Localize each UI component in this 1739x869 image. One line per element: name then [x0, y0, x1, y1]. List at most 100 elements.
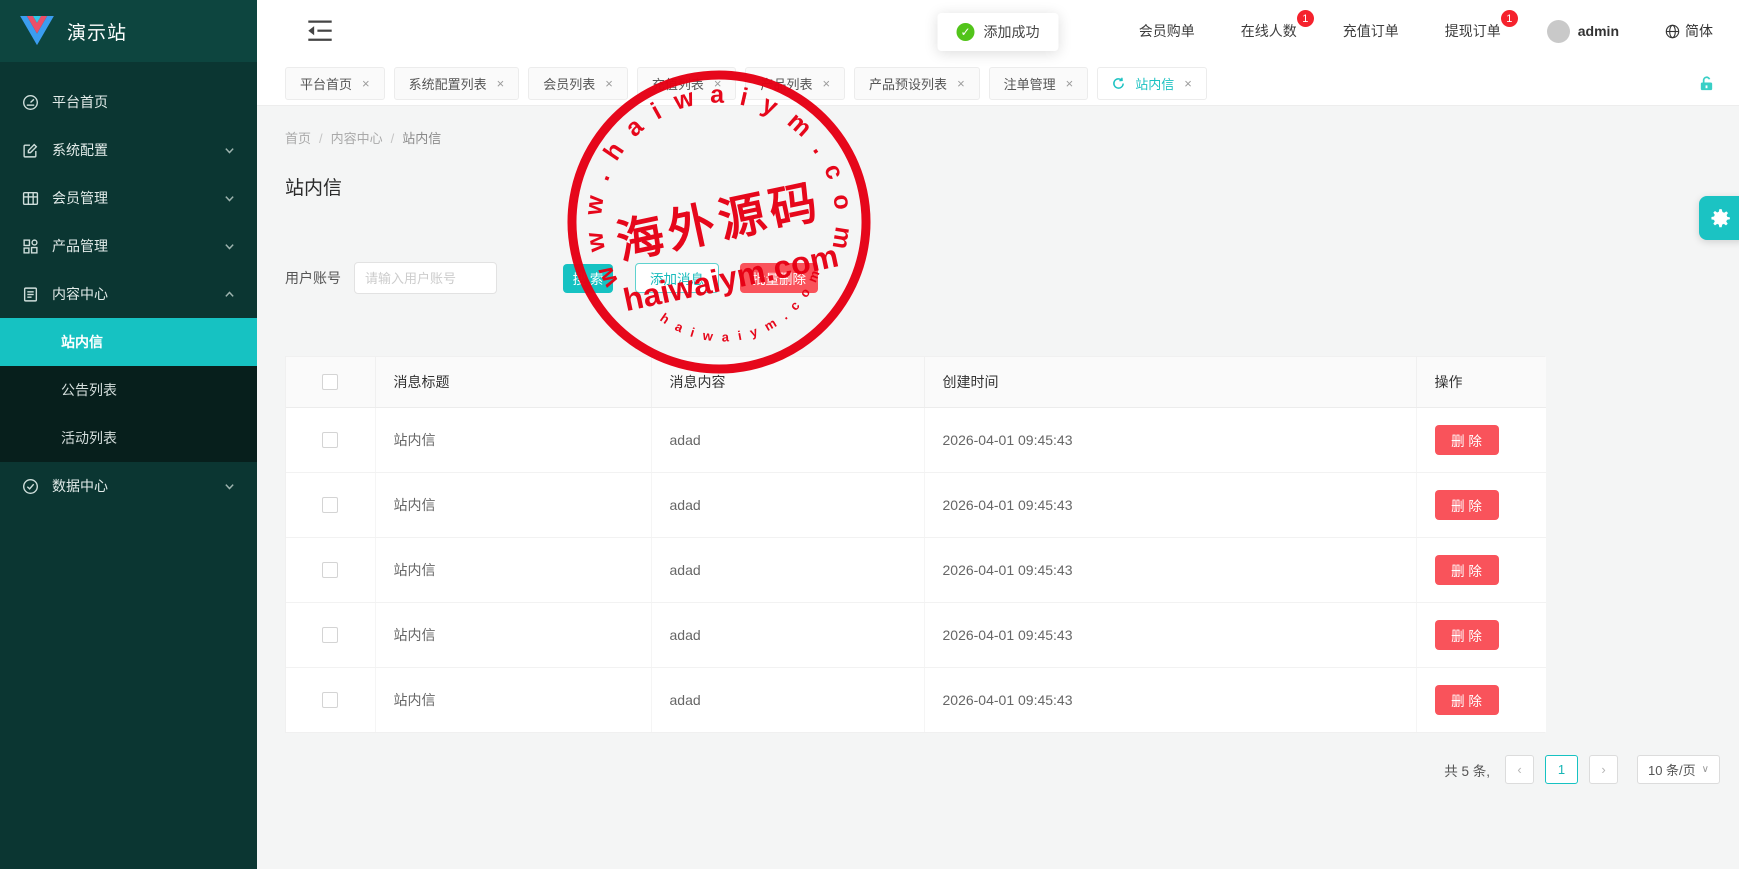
- sidebar-subitem-site-message[interactable]: 站内信: [0, 318, 257, 366]
- sidebar-item-label: 内容中心: [52, 284, 108, 304]
- settings-panel-button[interactable]: [1699, 196, 1739, 240]
- delete-button[interactable]: 删 除: [1435, 425, 1499, 455]
- close-icon[interactable]: ×: [1184, 76, 1192, 91]
- app-root: 演示站 平台首页系统配置会员管理产品管理内容中心站内信公告列表活动列表数据中心 …: [0, 0, 1739, 869]
- tabbar: 平台首页×系统配置列表×会员列表×充值列表×产品列表×产品预设列表×注单管理×站…: [257, 62, 1739, 106]
- pagination-page-1[interactable]: 1: [1545, 755, 1578, 784]
- sidebar-item-data-center[interactable]: 数据中心: [0, 462, 257, 510]
- notification-badge: 1: [1297, 10, 1314, 27]
- delete-button[interactable]: 删 除: [1435, 490, 1499, 520]
- user-menu[interactable]: admin: [1547, 20, 1619, 43]
- breadcrumb-item: 站内信: [402, 131, 441, 146]
- filter-label: 用户账号: [285, 268, 341, 288]
- tab-product-list[interactable]: 产品列表 ×: [745, 67, 845, 100]
- close-icon[interactable]: ×: [605, 76, 613, 91]
- caret-down-icon: ∨: [1702, 764, 1709, 775]
- unlock-icon[interactable]: [1698, 75, 1715, 92]
- delete-button[interactable]: 删 除: [1435, 620, 1499, 650]
- close-icon[interactable]: ×: [1066, 76, 1074, 91]
- tab-recharge-list[interactable]: 充值列表×: [637, 67, 737, 100]
- table-header-row: 消息标题消息内容创建时间操作: [286, 357, 1546, 407]
- column-header: 消息内容: [651, 357, 924, 407]
- add-message-button[interactable]: 添加消息: [635, 263, 719, 293]
- sidebar-collapse-button[interactable]: [307, 18, 333, 44]
- topbar-right: 会员购单 在线人数1 充值订单 提现订单1 admin 简体: [1139, 20, 1713, 43]
- app-title: 演示站: [67, 18, 127, 45]
- tab-bet-manage[interactable]: 注单管理×: [989, 67, 1089, 100]
- select-all-checkbox[interactable]: [322, 374, 338, 390]
- language-label: 简体: [1685, 21, 1713, 41]
- table-icon: [22, 190, 39, 207]
- cell-title: 站内信: [375, 537, 651, 602]
- sidebar-item-system-config[interactable]: 系统配置: [0, 126, 257, 174]
- cell-created: 2026-04-01 09:45:43: [924, 602, 1416, 667]
- tab-site-message[interactable]: 站内信 ×: [1097, 67, 1207, 100]
- cell-content: adad: [651, 537, 924, 602]
- batch-delete-button[interactable]: 批量删除: [740, 263, 818, 293]
- pagination-next-button[interactable]: ›: [1589, 755, 1618, 784]
- cell-actions: 删 除: [1416, 667, 1546, 732]
- content: 首页/内容中心/站内信 站内信 用户账号 搜 索 添加消息 批量删除 消息标题消…: [257, 106, 1739, 869]
- sidebar-item-label: 数据中心: [52, 476, 108, 496]
- column-header: 操作: [1416, 357, 1546, 407]
- account-input[interactable]: [354, 262, 497, 294]
- logo-icon: [20, 16, 54, 46]
- tab-label: 站内信: [1135, 74, 1174, 93]
- tab-system-config-list[interactable]: 系统配置列表×: [394, 67, 520, 100]
- notification-badge: 1: [1501, 10, 1518, 27]
- cell-created: 2026-04-01 09:45:43: [924, 537, 1416, 602]
- table-row: 站内信adad2026-04-01 09:45:43 删 除: [286, 537, 1546, 602]
- delete-button[interactable]: 删 除: [1435, 685, 1499, 715]
- language-switcher[interactable]: 简体: [1665, 21, 1713, 41]
- pagination: 共 5 条, ‹ 1 › 10 条/页 ∨: [285, 755, 1720, 784]
- breadcrumb-separator: /: [391, 131, 395, 146]
- close-icon[interactable]: ×: [497, 76, 505, 91]
- row-checkbox[interactable]: [322, 692, 338, 708]
- sidebar-item-content-center[interactable]: 内容中心: [0, 270, 257, 318]
- row-select-cell: [286, 602, 375, 667]
- tab-product-preset-list[interactable]: 产品预设列表 ×: [854, 67, 980, 100]
- sidebar-item-product-manage[interactable]: 产品管理: [0, 222, 257, 270]
- row-checkbox[interactable]: [322, 562, 338, 578]
- breadcrumb-item[interactable]: 内容中心: [331, 131, 383, 146]
- close-icon[interactable]: ×: [362, 76, 370, 91]
- close-icon[interactable]: ×: [714, 76, 722, 91]
- page-size-select[interactable]: 10 条/页 ∨: [1637, 755, 1720, 784]
- search-button[interactable]: 搜 索: [563, 264, 613, 293]
- tab-label: 产品预设列表: [869, 74, 947, 93]
- document-icon: [22, 286, 39, 303]
- breadcrumb-item[interactable]: 首页: [285, 131, 311, 146]
- cell-title: 站内信: [375, 602, 651, 667]
- sidebar-subitem-announcement-list[interactable]: 公告列表: [0, 366, 257, 414]
- cell-content: adad: [651, 602, 924, 667]
- cell-created: 2026-04-01 09:45:43: [924, 407, 1416, 472]
- row-checkbox[interactable]: [322, 432, 338, 448]
- topbar-item-withdraw-orders[interactable]: 提现订单1: [1445, 21, 1501, 41]
- delete-button[interactable]: 删 除: [1435, 555, 1499, 585]
- cell-actions: 删 除: [1416, 407, 1546, 472]
- pagination-total: 共 5 条,: [1444, 760, 1490, 780]
- tab-home[interactable]: 平台首页×: [285, 67, 385, 100]
- cell-content: adad: [651, 472, 924, 537]
- topbar-item-online-count[interactable]: 在线人数1: [1241, 21, 1297, 41]
- row-select-cell: [286, 407, 375, 472]
- topbar-item-recharge-orders[interactable]: 充值订单: [1343, 21, 1399, 41]
- sidebar-item-label: 平台首页: [52, 92, 108, 112]
- topbar-item-member-orders[interactable]: 会员购单: [1139, 21, 1195, 41]
- row-checkbox[interactable]: [322, 497, 338, 513]
- row-checkbox[interactable]: [322, 627, 338, 643]
- sidebar-subitem-activity-list[interactable]: 活动列表: [0, 414, 257, 462]
- tab-member-list[interactable]: 会员列表×: [528, 67, 628, 100]
- close-icon[interactable]: ×: [822, 76, 830, 91]
- tab-label: 产品列表: [760, 74, 812, 93]
- sidebar-item-member-manage[interactable]: 会员管理: [0, 174, 257, 222]
- dashboard-icon: [22, 94, 39, 111]
- sidebar-menu: 平台首页系统配置会员管理产品管理内容中心站内信公告列表活动列表数据中心: [0, 62, 257, 510]
- chevron-down-icon: [224, 193, 235, 204]
- table-row: 站内信adad2026-04-01 09:45:43删 除: [286, 407, 1546, 472]
- close-icon[interactable]: ×: [957, 76, 965, 91]
- cell-created: 2026-04-01 09:45:43: [924, 472, 1416, 537]
- row-select-cell: [286, 667, 375, 732]
- pagination-prev-button[interactable]: ‹: [1505, 755, 1534, 784]
- sidebar-item-home[interactable]: 平台首页: [0, 78, 257, 126]
